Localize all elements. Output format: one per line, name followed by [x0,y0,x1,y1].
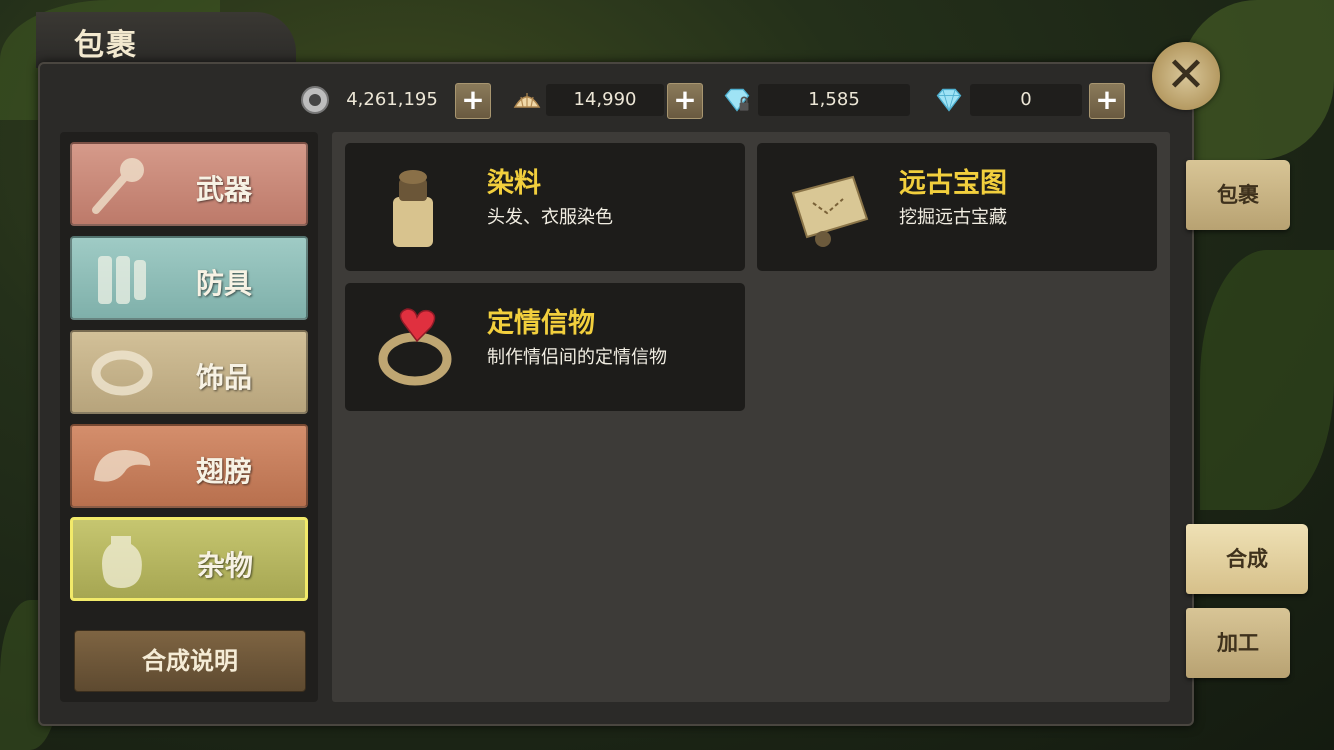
item-name: 定情信物 [487,308,595,339]
category-weapon[interactable]: 武器 [70,142,308,226]
dye-bottle-icon [393,170,433,247]
category-label: 武器 [196,173,253,206]
add-silver-button[interactable]: + [455,83,491,119]
currency-shell: 14,990 + [512,83,703,119]
diamond-amount: 0 [970,84,1082,116]
mace-icon [92,158,144,214]
item-name: 染料 [487,168,541,199]
bracelet-icon [91,350,153,396]
shell-icon [513,93,541,108]
tab-inventory[interactable]: 包裹 [1186,160,1290,230]
item-card-treasure-map[interactable]: 远古宝图 挖掘远古宝藏 [757,143,1157,271]
category-armor[interactable]: 防具 [70,236,308,320]
heart-ring-icon [378,308,452,386]
add-shell-button[interactable]: + [667,83,703,119]
silver-amount: 4,261,195 [346,89,438,110]
tab-processing[interactable]: 加工 [1186,608,1290,678]
add-diamond-button[interactable]: + [1089,83,1125,119]
background-leaf [1200,250,1334,510]
shell-amount: 14,990 [546,84,664,116]
diamond-icon [936,88,962,112]
jar-icon [102,536,142,588]
category-accessory[interactable]: 饰品 [70,330,308,414]
category-label: 防具 [196,267,253,300]
category-label: 饰品 [196,361,253,394]
window-title: 包裹 [74,28,138,63]
category-label: 翅膀 [196,455,253,488]
category-misc[interactable]: 杂物 [70,517,308,601]
currency-diamond: 0 + [934,83,1125,119]
tab-synthesis[interactable]: 合成 [1186,524,1308,594]
currency-locked-diamond: 1,585 [722,84,912,116]
locked-diamond-amount: 1,585 [758,84,910,116]
item-description: 制作情侣间的定情信物 [487,347,667,368]
locked-diamond-icon [724,88,750,112]
treasure-map-icon [791,175,869,247]
close-button[interactable]: ✕ [1152,42,1220,110]
category-wings[interactable]: 翅膀 [70,424,308,508]
currency-silver: 4,261,195 + [300,83,491,119]
armor-icon [98,256,146,304]
silver-coin-icon [301,86,329,114]
synthesis-help-button[interactable]: 合成说明 [74,630,306,692]
item-card-dye[interactable]: 染料 头发、衣服染色 [345,143,745,271]
wing-icon [94,450,151,482]
item-description: 挖掘远古宝藏 [899,207,1007,228]
category-label: 杂物 [197,549,254,582]
item-card-love-token[interactable]: 定情信物 制作情侣间的定情信物 [345,283,745,411]
item-description: 头发、衣服染色 [487,207,613,228]
item-name: 远古宝图 [899,168,1007,199]
